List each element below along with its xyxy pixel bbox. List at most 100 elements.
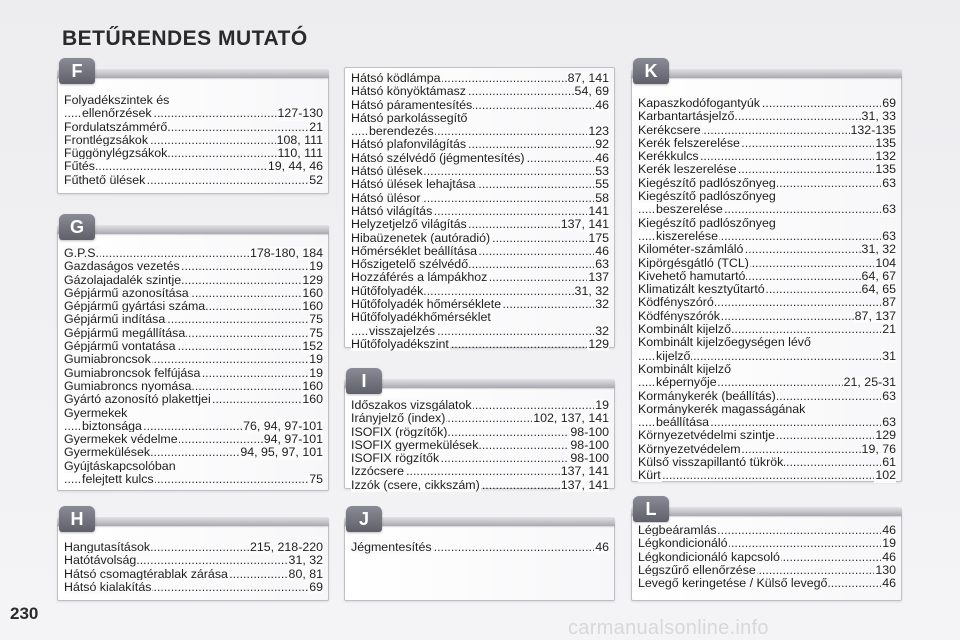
entry-term: Hatótávolság xyxy=(64,553,138,568)
entry-pages: 52 xyxy=(308,172,323,188)
entry-pages: 152 xyxy=(301,339,323,354)
entry-pages: 137, 141 xyxy=(559,477,609,493)
entry-term: Gyermekülések xyxy=(64,445,152,460)
entry-list: ........................................… xyxy=(64,540,323,595)
entry-term: Gyújtáskapcsolóban xyxy=(64,458,177,473)
entry-list: Folyadékszintek és......................… xyxy=(64,93,323,188)
entry-pages: 63 xyxy=(881,175,896,191)
index-entry: ........................................… xyxy=(351,411,609,426)
entry-pages: 132-135 xyxy=(849,122,896,137)
index-entry: ........................................… xyxy=(351,230,609,245)
index-entry: ........................................… xyxy=(351,477,609,493)
entry-list: ........................................… xyxy=(638,96,896,483)
entry-term: Hűtőfolyadékszint xyxy=(351,336,450,351)
entry-pages: 130 xyxy=(874,562,896,578)
index-entry: ........................................… xyxy=(638,295,896,310)
page-title: BETŰRENDES MUTATÓ xyxy=(62,27,308,50)
entry-pages: 98-100 xyxy=(569,451,609,466)
index-section-f: F Folyadékszintek és....................… xyxy=(57,58,329,194)
entry-term: Karbantartásjelző xyxy=(638,109,736,124)
entry-term: Kürt xyxy=(638,468,662,483)
index-section-j: J ......................................… xyxy=(344,506,615,601)
entry-pages: 76, 94, 97-101 xyxy=(242,418,323,434)
entry-pages: 19 xyxy=(594,398,609,413)
entry-list: ........................................… xyxy=(351,71,609,352)
entry-list: ........................................… xyxy=(351,398,609,493)
entry-pages: 75 xyxy=(308,312,323,327)
entry-term: Folyadékszintek és xyxy=(64,93,171,107)
entry-term: Hátsó parkolássegítő xyxy=(351,110,469,125)
entry-list: ........................................… xyxy=(64,246,323,487)
section-letter-k: K xyxy=(633,58,669,84)
entry-pages: 135 xyxy=(874,135,896,151)
index-entry: Kombinált kijelzőegységen lévő xyxy=(638,335,896,350)
entry-term: Külső visszapillantó tükrök xyxy=(638,455,785,470)
index-entry: ........................................… xyxy=(638,255,896,270)
index-section-g: G ......................................… xyxy=(57,214,329,491)
entry-pages: 108, 111 xyxy=(275,132,323,148)
section-letter-i: I xyxy=(346,368,382,394)
entry-pages: 19, 44, 46 xyxy=(266,159,323,174)
entry-term: Kerék leszerelése xyxy=(638,162,738,177)
entry-pages: 31, 32 xyxy=(573,283,609,299)
entry-term: felejtett kulcs xyxy=(82,472,155,487)
index-entry: ........................................… xyxy=(64,312,323,327)
index-entry: ........................................… xyxy=(638,455,896,470)
entry-pages: 102, 137, 141 xyxy=(532,411,609,426)
index-entry: ........................................… xyxy=(351,464,609,479)
entry-pages: 19 xyxy=(881,536,896,551)
entry-pages: 129 xyxy=(301,272,323,287)
entry-pages: 61 xyxy=(881,455,896,470)
index-entry: ........................................… xyxy=(638,536,896,551)
index-section-l: L ......................................… xyxy=(631,496,902,601)
index-entry: ........................................… xyxy=(64,106,323,121)
entry-term: kiszerelése xyxy=(656,228,719,243)
entry-term: beszerelése xyxy=(656,202,724,217)
index-section-i: I ......................................… xyxy=(344,368,615,493)
entry-term: Légkondicionáló kapcsoló xyxy=(638,549,781,564)
index-entry: ........................................… xyxy=(351,97,609,112)
entry-term: Gumiabroncsok felfújása xyxy=(64,365,202,380)
entry-pages: 19, 76 xyxy=(860,441,896,457)
entry-term: Kombinált kijelző xyxy=(638,322,732,337)
index-entry: Hűtőfolyadékhőmérséklet xyxy=(351,310,609,325)
entry-term: Légbeáramlás xyxy=(638,523,718,537)
entry-term: Hátsó ülések lehajtása xyxy=(351,177,477,192)
entry-pages: 63 xyxy=(881,228,896,244)
entry-term: képernyője xyxy=(656,375,718,390)
entry-term: Hozzáférés a lámpákhoz xyxy=(351,270,489,285)
index-entry: ........................................… xyxy=(64,579,323,595)
entry-term: Kormánykerék magasságának xyxy=(638,401,807,416)
entry-pages: 175 xyxy=(587,230,609,245)
index-section-h: H ......................................… xyxy=(57,506,329,601)
section-letter-j: J xyxy=(346,506,382,532)
index-entry: ........................................… xyxy=(638,162,896,177)
entry-term: Frontlégzsákok xyxy=(64,132,150,147)
entry-term: Izzócsere xyxy=(351,464,406,479)
index-entry: ........................................… xyxy=(638,375,896,390)
entry-term: Időszakos vizsgálatok xyxy=(351,398,473,412)
index-entry: ........................................… xyxy=(638,576,896,591)
index-entry: ........................................… xyxy=(638,202,896,217)
entry-pages: 19 xyxy=(308,352,323,367)
index-section-h-continued: ........................................… xyxy=(344,67,615,352)
entry-pages: 160 xyxy=(301,392,323,407)
entry-pages: 160 xyxy=(301,285,323,301)
index-entry: ........................................… xyxy=(64,566,323,581)
entry-term: Kipörgésgátló (TCL) xyxy=(638,255,750,270)
index-entry: ........................................… xyxy=(638,122,896,137)
section-letter-l: L xyxy=(633,496,669,522)
entry-term: Hőmérséklet beállítása xyxy=(351,243,479,258)
entry-pages: 54, 69 xyxy=(573,84,609,99)
entry-pages: 46 xyxy=(594,150,609,166)
entry-term: Kerék felszerelése xyxy=(638,135,741,150)
entry-pages: 46 xyxy=(881,523,896,538)
entry-pages: 46 xyxy=(594,97,609,112)
index-entry: ........................................… xyxy=(351,336,609,352)
entry-pages: 87, 137 xyxy=(853,308,896,324)
entry-pages: 69 xyxy=(308,579,323,595)
entry-term: Gumiabroncs nyomása xyxy=(64,378,193,393)
index-entry: ........................................… xyxy=(351,217,609,232)
entry-pages: 53 xyxy=(594,164,609,179)
entry-pages: 160 xyxy=(301,378,323,394)
